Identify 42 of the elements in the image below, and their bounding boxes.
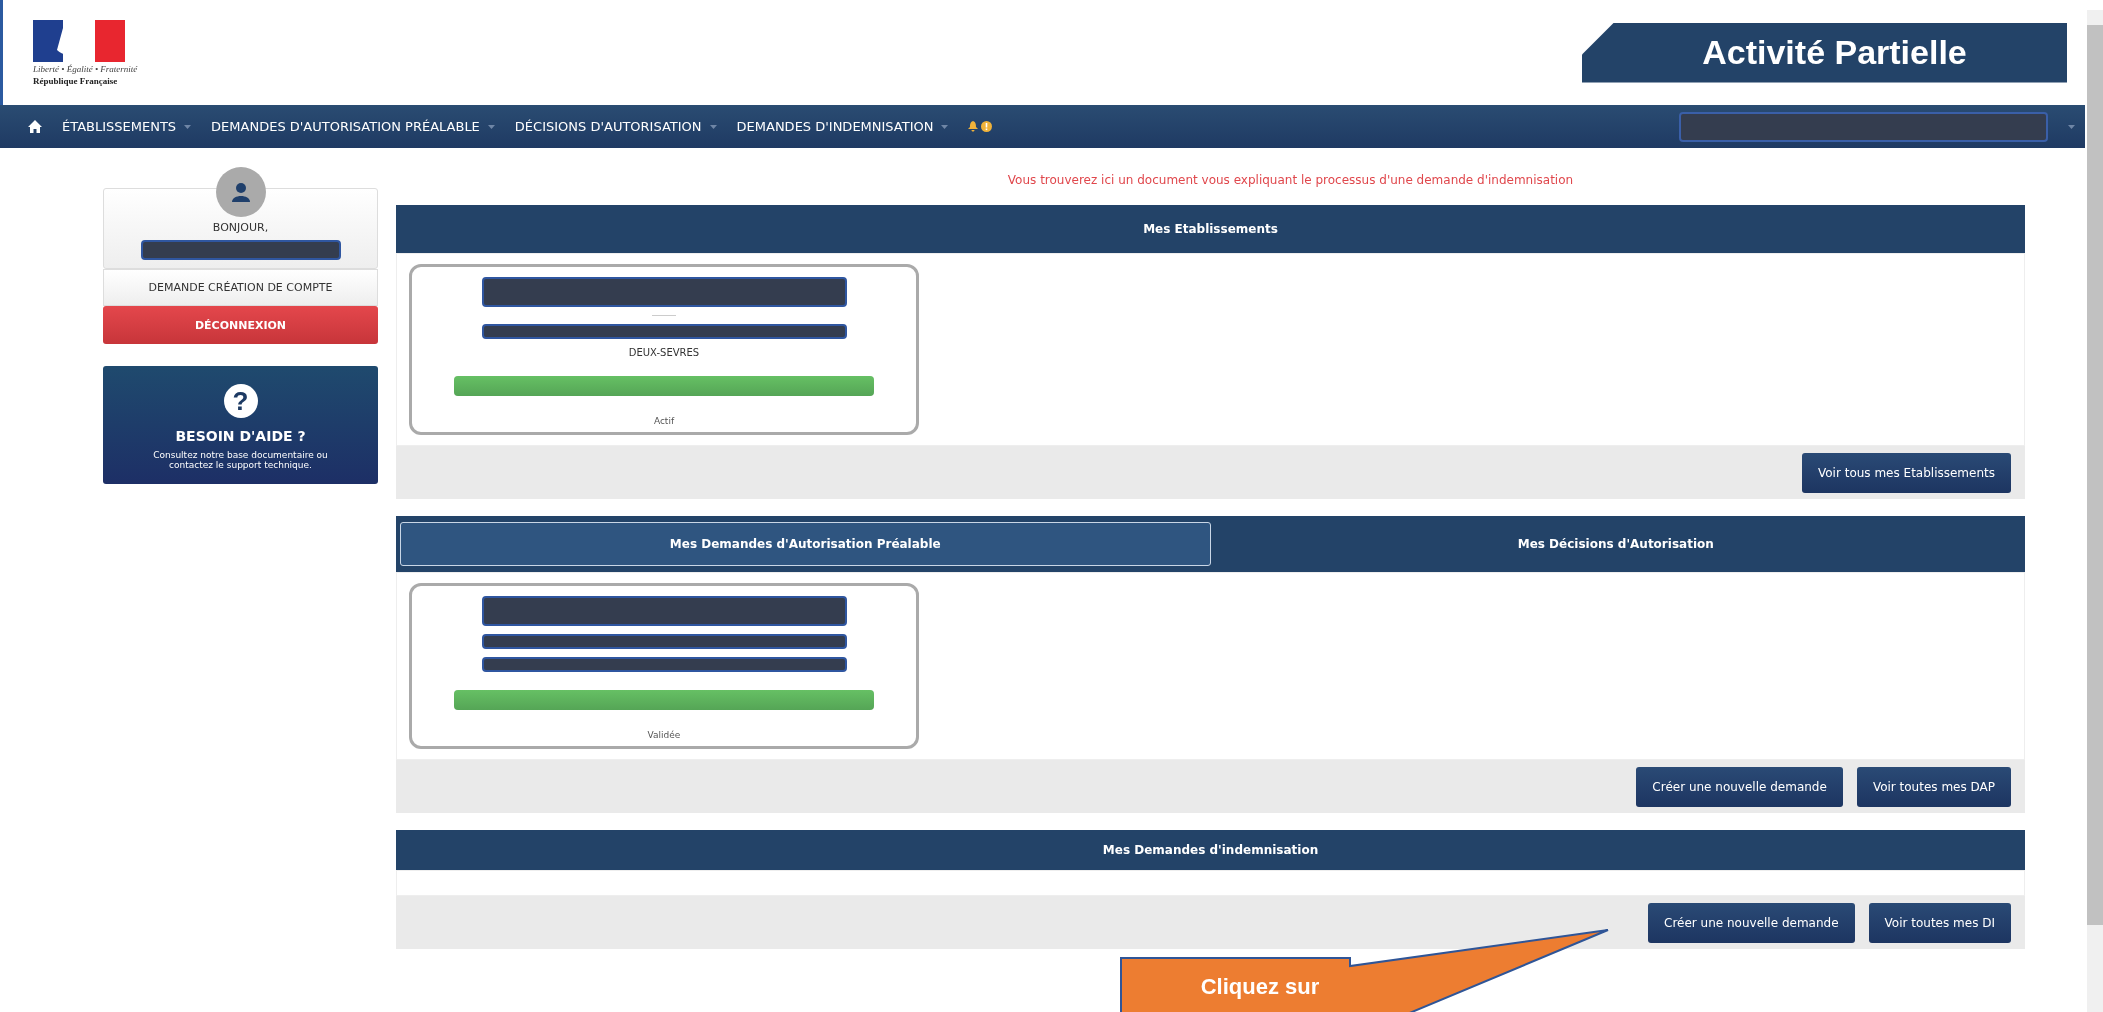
department-text: DEUX-SEVRES bbox=[628, 347, 700, 358]
request-button[interactable]: Créer une nouvelle demande bbox=[1636, 766, 1843, 807]
panel-title: Mes Etablissements bbox=[1143, 222, 1278, 236]
notification-menu[interactable] bbox=[968, 121, 993, 132]
account-request-button[interactable]: DEMANDE CRÉATION DE COMPTE bbox=[103, 269, 378, 306]
alert-icon bbox=[981, 121, 993, 132]
caret-icon bbox=[709, 124, 717, 129]
document-link[interactable]: Vous trouverez ici un document vous expliquant le processus d'une demande d'indemnisation bbox=[556, 173, 2025, 187]
request-button[interactable]: Créer une nouvelle demande bbox=[1648, 902, 1855, 943]
caret-icon bbox=[941, 124, 949, 129]
nav-menu-item[interactable]: ÉTABLISSEMENTS bbox=[62, 119, 192, 134]
question-icon: ? bbox=[223, 384, 258, 418]
nav-menu-item[interactable]: DEMANDES D'INDEMNISATION bbox=[736, 119, 949, 134]
panel-tab[interactable]: Mes Demandes d'Autorisation Préalable bbox=[400, 522, 1211, 566]
logo-text: République Française bbox=[33, 75, 119, 86]
scrollbar[interactable] bbox=[2087, 10, 2103, 1012]
panel-tab[interactable]: Mes Décisions d'Autorisation bbox=[1210, 522, 2021, 566]
greeting-text: BONJOUR, bbox=[212, 221, 269, 234]
status-text: Validée bbox=[647, 730, 681, 740]
caret-icon bbox=[487, 124, 495, 129]
caret-icon bbox=[184, 124, 192, 129]
view-all-button[interactable]: Voir tous mes Etablissements bbox=[1802, 452, 2011, 493]
nav-menu-item[interactable]: DÉCISIONS D'AUTORISATION bbox=[514, 119, 717, 134]
home-icon[interactable] bbox=[28, 120, 42, 133]
panel-title: Mes Demandes d'indemnisation bbox=[1102, 843, 1319, 857]
callout-text: Cliquez sur bbox=[1199, 974, 1321, 1000]
help-text: Consultez notre base documentaire ou contactez le support technique. bbox=[153, 450, 328, 470]
bell-icon bbox=[968, 121, 979, 132]
nav-menu-item[interactable]: DEMANDES D'AUTORISATION PRÉALABLE bbox=[211, 119, 495, 134]
request-button[interactable]: Voir toutes mes DI bbox=[1868, 902, 2011, 943]
avatar-icon bbox=[216, 167, 266, 217]
status-text: Actif bbox=[653, 416, 675, 426]
establishment-card[interactable]: DEUX-SEVRES Actif bbox=[409, 264, 919, 435]
help-title: BESOIN D'AIDE ? bbox=[175, 428, 306, 444]
app-title: Activité Partielle bbox=[1702, 33, 1967, 72]
request-card[interactable]: Validée bbox=[409, 583, 919, 749]
caret-icon bbox=[2068, 124, 2075, 129]
request-button[interactable]: Voir toutes mes DAP bbox=[1856, 766, 2011, 807]
flag-logo-icon bbox=[33, 19, 125, 62]
logo-motto: Liberté • Égalité • Fraternité bbox=[33, 63, 138, 74]
logout-button[interactable]: DÉCONNEXION bbox=[103, 306, 378, 344]
help-card[interactable]: ? BESOIN D'AIDE ? Consultez notre base documentaire ou contactez le support technique. bbox=[103, 366, 378, 484]
